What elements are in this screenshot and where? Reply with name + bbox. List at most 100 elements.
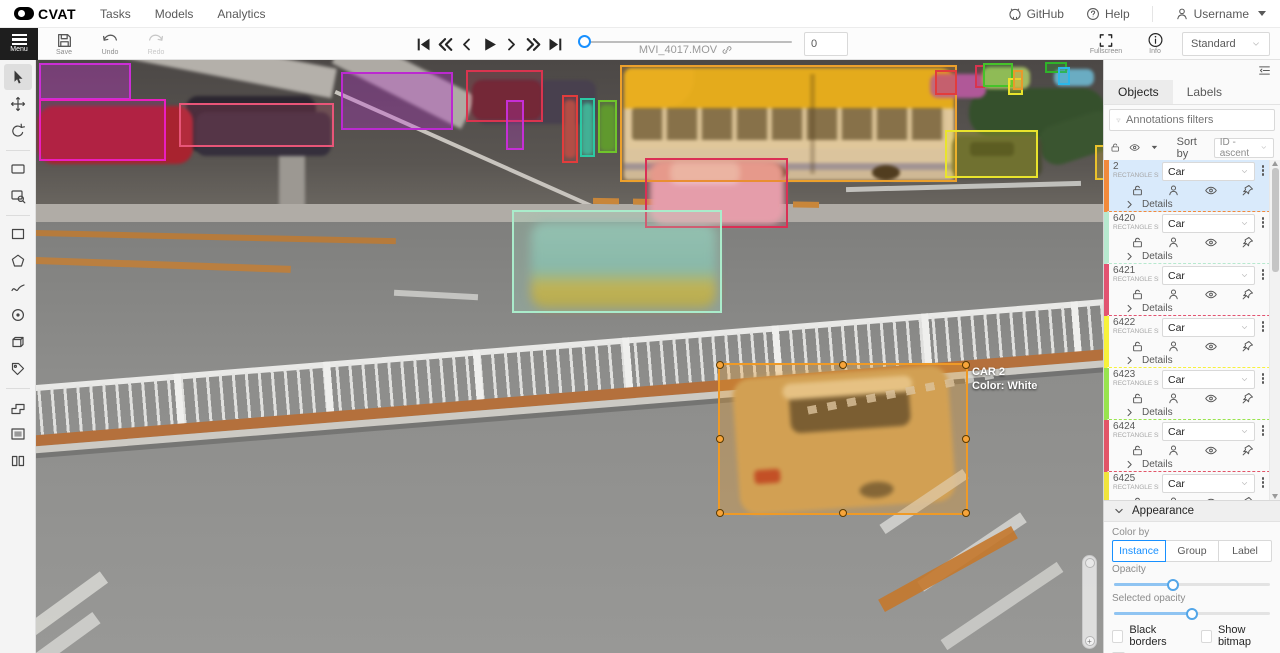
object-item[interactable]: 6420 RECTANGLE SHAPE Car Details: [1104, 212, 1280, 264]
annotation-box[interactable]: [1013, 70, 1023, 90]
frame-number-input[interactable]: [804, 32, 848, 56]
hide-all-icon[interactable]: [1129, 141, 1140, 154]
cursor-tool[interactable]: [4, 64, 32, 90]
object-label-select[interactable]: Car: [1162, 422, 1255, 441]
draw-rectangle-tool[interactable]: [4, 221, 32, 247]
annotation-box[interactable]: [506, 100, 524, 150]
object-pin-icon[interactable]: [1241, 392, 1254, 405]
save-button[interactable]: Save: [46, 28, 82, 60]
opacity-handle[interactable]: [1167, 579, 1179, 591]
scrollbar-thumb[interactable]: [1272, 168, 1279, 272]
object-lock-icon[interactable]: [1131, 288, 1144, 301]
draw-polyline-tool[interactable]: [4, 275, 32, 301]
user-menu[interactable]: Username: [1175, 7, 1266, 21]
redo-button[interactable]: Redo: [138, 28, 174, 60]
object-hide-icon[interactable]: [1204, 392, 1218, 405]
object-occluded-icon[interactable]: [1167, 288, 1180, 301]
frame-link-icon[interactable]: [721, 44, 733, 56]
panel-collapse-icon[interactable]: [1257, 64, 1272, 77]
object-label-select[interactable]: Car: [1162, 162, 1255, 181]
object-actions-menu-icon[interactable]: [1258, 370, 1268, 384]
annotation-box[interactable]: [512, 210, 722, 313]
object-label-select[interactable]: Car: [1162, 474, 1255, 493]
object-actions-menu-icon[interactable]: [1258, 266, 1268, 280]
object-lock-icon[interactable]: [1131, 392, 1144, 405]
nav-analytics[interactable]: Analytics: [217, 7, 265, 21]
resize-handle[interactable]: [962, 361, 970, 369]
next-frame-button[interactable]: [500, 32, 522, 56]
object-lock-icon[interactable]: [1131, 236, 1144, 249]
rotate-tool[interactable]: [4, 118, 32, 144]
resize-handle[interactable]: [716, 361, 724, 369]
selected-annotation-box[interactable]: [718, 363, 968, 515]
annotation-box[interactable]: [562, 95, 578, 163]
canvas-scrollbar[interactable]: +: [1082, 555, 1097, 649]
first-frame-button[interactable]: [412, 32, 434, 56]
draw-cuboid-tool[interactable]: [4, 329, 32, 355]
annotation-canvas[interactable]: CAR 2Color: White +: [36, 60, 1103, 653]
object-item[interactable]: 6422 RECTANGLE SHAPE Car Details: [1104, 316, 1280, 368]
object-details-toggle[interactable]: Details: [1113, 457, 1268, 470]
object-actions-menu-icon[interactable]: [1258, 214, 1268, 228]
fullscreen-button[interactable]: Fullscreen: [1084, 28, 1128, 60]
object-item[interactable]: 6425 RECTANGLE SHAPE Car Details: [1104, 472, 1280, 500]
tab-labels[interactable]: Labels: [1173, 80, 1236, 104]
object-pin-icon[interactable]: [1241, 340, 1254, 353]
object-hide-icon[interactable]: [1204, 496, 1218, 500]
draw-points-tool[interactable]: [4, 302, 32, 328]
object-occluded-icon[interactable]: [1167, 496, 1180, 500]
object-lock-icon[interactable]: [1131, 184, 1144, 197]
annotation-box[interactable]: [341, 72, 453, 130]
resize-handle[interactable]: [962, 509, 970, 517]
move-tool[interactable]: [4, 91, 32, 117]
object-details-toggle[interactable]: Details: [1113, 197, 1268, 210]
object-actions-menu-icon[interactable]: [1258, 474, 1268, 488]
menu-button[interactable]: Menu: [0, 28, 38, 60]
annotation-box[interactable]: [39, 99, 166, 161]
object-occluded-icon[interactable]: [1167, 392, 1180, 405]
nav-tasks[interactable]: Tasks: [100, 7, 131, 21]
show-bitmap-checkbox[interactable]: Show bitmap: [1201, 624, 1272, 648]
nav-models[interactable]: Models: [155, 7, 194, 21]
setup-tag-tool[interactable]: [4, 356, 32, 382]
scroll-down-icon[interactable]: [1272, 494, 1278, 499]
annotation-box[interactable]: [945, 130, 1038, 178]
object-item[interactable]: 2 RECTANGLE SHAPE Car Details: [1104, 160, 1280, 212]
fit-image-tool[interactable]: [4, 156, 32, 182]
object-pin-icon[interactable]: [1241, 288, 1254, 301]
tab-objects[interactable]: Objects: [1104, 80, 1173, 104]
split-tool[interactable]: [4, 448, 32, 474]
object-details-toggle[interactable]: Details: [1113, 405, 1268, 418]
object-details-toggle[interactable]: Details: [1113, 249, 1268, 262]
object-label-select[interactable]: Car: [1162, 318, 1255, 337]
selected-opacity-handle[interactable]: [1186, 608, 1198, 620]
color-by-label-button[interactable]: Label: [1218, 540, 1272, 562]
color-by-group-button[interactable]: Group: [1165, 540, 1219, 562]
object-label-select[interactable]: Car: [1162, 370, 1255, 389]
group-tool[interactable]: [4, 421, 32, 447]
resize-handle[interactable]: [716, 435, 724, 443]
object-occluded-icon[interactable]: [1167, 184, 1180, 197]
previous-frame-button[interactable]: [456, 32, 478, 56]
resize-handle[interactable]: [962, 435, 970, 443]
object-pin-icon[interactable]: [1241, 444, 1254, 457]
object-hide-icon[interactable]: [1204, 288, 1218, 301]
expand-all-icon[interactable]: [1150, 142, 1159, 153]
undo-button[interactable]: Undo: [92, 28, 128, 60]
workspace-mode-select[interactable]: Standard: [1182, 32, 1270, 56]
resize-handle[interactable]: [839, 361, 847, 369]
object-actions-menu-icon[interactable]: [1258, 318, 1268, 332]
objects-list-scrollbar[interactable]: [1269, 160, 1280, 500]
canvas-scrollbar-handle[interactable]: [1085, 558, 1095, 568]
object-pin-icon[interactable]: [1241, 236, 1254, 249]
backward-jump-button[interactable]: [434, 32, 456, 56]
object-actions-menu-icon[interactable]: [1258, 162, 1268, 176]
annotation-box[interactable]: [1095, 145, 1103, 180]
draw-polygon-tool[interactable]: [4, 248, 32, 274]
object-item[interactable]: 6424 RECTANGLE SHAPE Car Details: [1104, 420, 1280, 472]
canvas-zoom-plus-icon[interactable]: +: [1085, 636, 1095, 646]
annotation-box[interactable]: [179, 103, 334, 147]
annotation-box[interactable]: [580, 98, 595, 157]
github-link[interactable]: GitHub: [1008, 7, 1064, 21]
lock-all-icon[interactable]: [1110, 141, 1120, 154]
